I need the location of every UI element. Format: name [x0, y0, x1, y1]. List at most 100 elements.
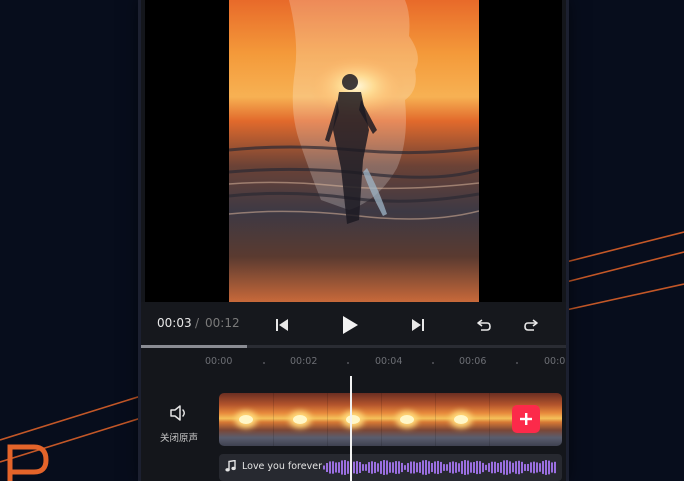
playhead[interactable]	[350, 376, 352, 481]
video-clip-track[interactable]	[219, 393, 562, 446]
ruler-dot	[516, 362, 518, 364]
waveform-bar	[422, 460, 424, 475]
waveform-bar	[362, 464, 364, 471]
waveform-bar	[353, 461, 355, 474]
waveform-bar	[530, 462, 532, 473]
waveform-bar	[551, 462, 553, 473]
ruler-dot	[263, 362, 265, 364]
thumbnail-divider	[435, 393, 436, 446]
waveform-bar	[404, 465, 406, 470]
waveform-bar	[494, 461, 496, 474]
brand-logo	[7, 444, 49, 481]
add-clip-button[interactable]	[512, 405, 540, 433]
phone-screen: 00:03 / 00:12 00:00 00:02 00:04 00:06 00…	[141, 0, 566, 481]
video-preview[interactable]	[145, 0, 562, 302]
waveform-bar	[461, 461, 463, 474]
thumbnail-sun	[293, 415, 307, 424]
waveform-bar	[389, 462, 391, 473]
waveform-bar	[524, 464, 526, 471]
waveform-bar	[476, 460, 478, 475]
waveform-bar	[323, 465, 325, 470]
speaker-icon	[170, 405, 185, 421]
waveform-bar	[410, 461, 412, 474]
mute-original-sound-label: 关闭原声	[159, 433, 198, 444]
ruler-label: 00:00	[205, 356, 233, 367]
waveform-bar	[392, 462, 394, 473]
waveform-bar	[548, 460, 550, 475]
waveform-bar	[464, 460, 466, 475]
waveform-bar	[518, 460, 520, 475]
thumbnail-sun	[454, 415, 468, 424]
right-orange-stripes	[565, 231, 684, 311]
ruler-label: 00:04	[375, 356, 403, 367]
music-note-icon	[225, 460, 236, 472]
waveform-bar	[533, 461, 535, 474]
next-button[interactable]	[405, 312, 431, 338]
undo-icon	[477, 319, 491, 331]
waveform-bar	[497, 463, 499, 472]
waveform-bar	[377, 463, 379, 472]
undo-button[interactable]	[471, 312, 497, 338]
waveform-bar	[491, 461, 493, 474]
thumbnail-divider	[273, 393, 274, 446]
time-ruler: 00:00 00:02 00:04 00:06 00:08	[141, 348, 566, 376]
thumbnail-divider	[489, 393, 490, 446]
play-icon	[343, 316, 358, 334]
waveform-bar	[488, 463, 490, 472]
previous-button[interactable]	[269, 312, 295, 338]
waveform-bar	[554, 461, 556, 474]
waveform-bar	[383, 460, 385, 475]
skip-previous-icon	[276, 319, 288, 331]
waveform-bar	[443, 464, 445, 471]
thumbnail-divider	[381, 393, 382, 446]
audio-track[interactable]: Love you forever	[219, 454, 562, 481]
ruler-label: 00:06	[459, 356, 487, 367]
thumbnail-sun	[239, 415, 253, 424]
waveform-bar	[515, 461, 517, 474]
waveform-bar	[338, 462, 340, 473]
play-button[interactable]	[337, 312, 363, 338]
waveform-bar	[368, 462, 370, 473]
waveform-bar	[428, 461, 430, 474]
timeline: 关闭原声 Love you forever	[141, 376, 566, 481]
waveform-bar	[521, 461, 523, 474]
waveform-bar	[485, 464, 487, 471]
waveform-bar	[326, 462, 328, 473]
waveform-bar	[506, 460, 508, 475]
waveform-bar	[479, 461, 481, 474]
audio-title: Love you forever	[242, 460, 322, 472]
waveform-bar	[539, 463, 541, 472]
waveform-bar	[509, 461, 511, 474]
playback-controls: 00:03 / 00:12	[141, 302, 566, 348]
waveform-bar	[359, 462, 361, 473]
waveform-bar	[371, 461, 373, 474]
waveform-bar	[341, 460, 343, 475]
waveform-bar	[356, 461, 358, 474]
ruler-dot	[347, 362, 349, 364]
redo-icon	[524, 319, 538, 331]
total-time: 00:12	[205, 316, 240, 330]
thumbnail-sun	[346, 415, 360, 424]
waveform-bar	[395, 461, 397, 474]
waveform-bar	[512, 462, 514, 473]
waveform-bar	[434, 461, 436, 474]
waveform-bar	[446, 464, 448, 471]
audio-title-label: Love you forever	[225, 460, 322, 472]
redo-button[interactable]	[518, 312, 544, 338]
plus-icon	[520, 413, 532, 425]
waveform-bar	[527, 463, 529, 472]
waveform-bar	[335, 462, 337, 473]
ruler-dot	[432, 362, 434, 364]
waveform-bar	[365, 464, 367, 471]
waveform-bar	[431, 463, 433, 472]
waveform-bar	[329, 461, 331, 474]
waveform-bar	[386, 460, 388, 475]
waveform-bar	[452, 461, 454, 474]
waveform-bar	[401, 462, 403, 473]
mute-original-sound-button[interactable]: 关闭原声	[149, 400, 209, 450]
waveform-bar	[347, 461, 349, 474]
waveform-bar	[398, 461, 400, 474]
waveform-bar	[470, 462, 472, 473]
time-separator: /	[195, 316, 200, 330]
waveform-bar	[425, 460, 427, 475]
